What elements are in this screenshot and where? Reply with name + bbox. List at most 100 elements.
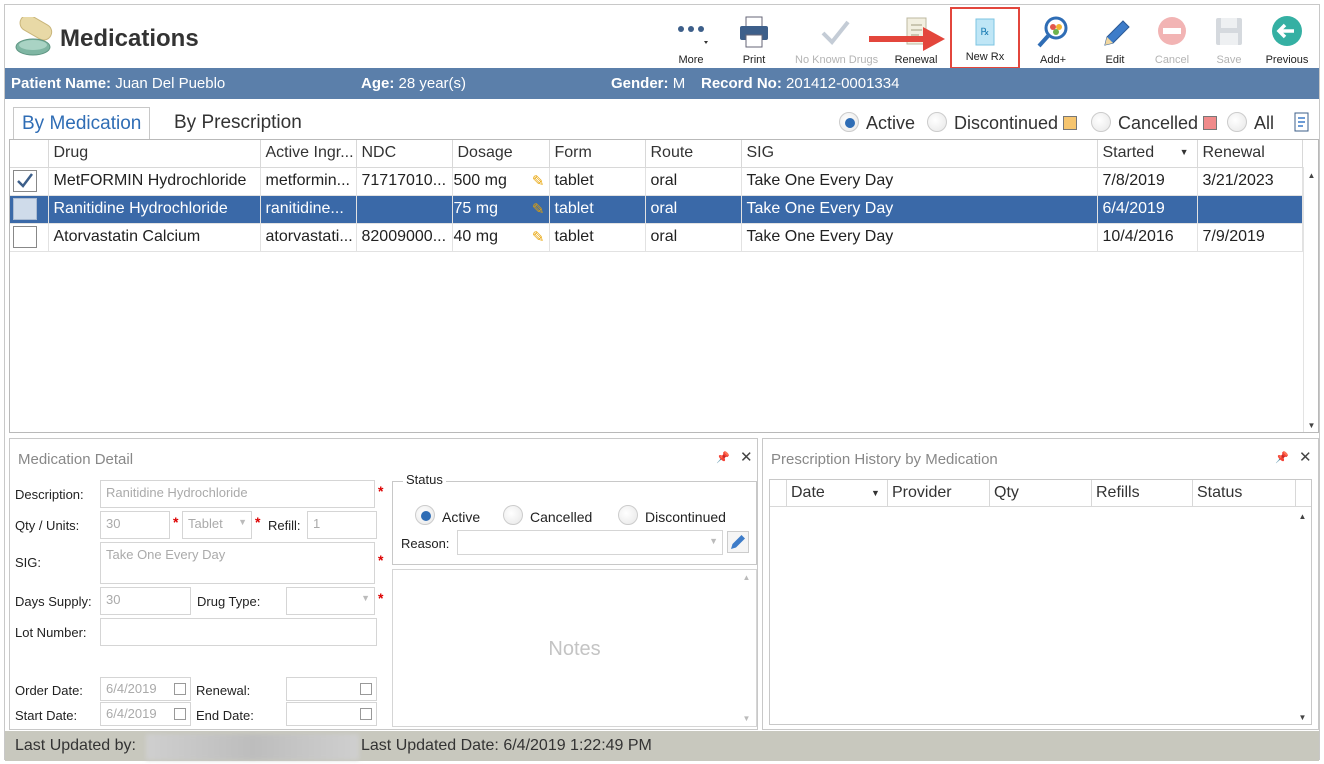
column-header-status[interactable]: Status: [1197, 484, 1242, 502]
scroll-down-icon[interactable]: ▼: [739, 714, 754, 723]
edit-reason-pencil-icon[interactable]: [727, 531, 749, 553]
previous-label: Previous: [1265, 54, 1309, 66]
renewal-date-picker[interactable]: [286, 677, 377, 701]
table-header-row: Drug Active Ingr... NDC Dosage Form Rout…: [10, 140, 1303, 168]
radio-icon: [503, 505, 523, 525]
tab-by-medication[interactable]: By Medication: [13, 107, 151, 140]
scroll-up-icon[interactable]: ▲: [739, 573, 754, 582]
calendar-icon[interactable]: [360, 708, 372, 720]
radio-icon: [927, 112, 947, 132]
export-document-icon[interactable]: [1293, 112, 1311, 134]
units-dropdown[interactable]: Tablet ▼: [182, 511, 252, 539]
tabs-row: By Medication By Prescription Active Dis…: [9, 104, 1319, 140]
qty-field[interactable]: 30: [100, 511, 170, 539]
patient-name-value: Juan Del Pueblo: [115, 75, 226, 92]
grid-scrollbar[interactable]: ▲ ▼: [1303, 167, 1318, 432]
column-header-qty[interactable]: Qty: [994, 484, 1019, 502]
refill-field[interactable]: 1: [307, 511, 377, 539]
reason-dropdown[interactable]: ▼: [457, 530, 723, 555]
column-header-drug[interactable]: Drug: [48, 140, 261, 168]
patient-gender-value: M: [672, 75, 686, 92]
prescription-history-title: Prescription History by Medication: [771, 451, 998, 468]
drug-type-dropdown[interactable]: ▼: [286, 587, 375, 615]
lot-number-field[interactable]: [100, 618, 377, 646]
days-supply-field[interactable]: 30: [100, 587, 191, 615]
patient-name-field: Patient Name: Juan Del Pueblo: [11, 75, 225, 92]
tab-by-prescription[interactable]: By Prescription: [166, 107, 310, 140]
units-value: Tablet: [188, 516, 223, 531]
medication-detail-title: Medication Detail: [18, 451, 134, 468]
table-row[interactable]: Atorvastatin Calcium atorvastati... 8200…: [10, 223, 1303, 252]
column-header-route[interactable]: Route: [645, 140, 742, 168]
status-active-radio[interactable]: Active: [415, 505, 480, 525]
filter-all-radio[interactable]: All: [1227, 112, 1274, 134]
edit-pencil-icon[interactable]: ✎: [532, 200, 545, 218]
cell-dosage: 500 mg ✎: [452, 167, 550, 196]
edit-pencil-icon[interactable]: ✎: [532, 228, 545, 246]
print-button[interactable]: Print: [724, 11, 784, 69]
filter-active-radio[interactable]: Active: [839, 112, 915, 134]
qty-units-label: Qty / Units:: [15, 518, 80, 533]
table-row[interactable]: MetFORMIN Hydrochloride metformin... 717…: [10, 167, 1303, 196]
patient-gender-label: Gender:: [611, 75, 669, 92]
calendar-icon[interactable]: [174, 708, 186, 720]
more-dots-icon: [678, 26, 708, 44]
checkmark-icon: [821, 20, 850, 45]
drug-type-label: Drug Type:: [197, 594, 261, 609]
filter-discontinued-radio[interactable]: Discontinued: [927, 112, 1078, 134]
pin-icon[interactable]: 📌: [1275, 451, 1289, 464]
svg-text:℞: ℞: [981, 27, 990, 38]
cell-route: oral: [645, 195, 742, 224]
sort-down-icon: ▼: [871, 488, 880, 498]
sig-field[interactable]: Take One Every Day: [100, 542, 375, 584]
cell-renewal: 7/9/2019: [1197, 223, 1303, 252]
cell-started: 10/4/2016: [1097, 223, 1198, 252]
scroll-down-icon[interactable]: ▼: [1295, 713, 1310, 722]
row-checkbox[interactable]: [13, 226, 37, 248]
dosage-value: 40 mg: [453, 228, 498, 245]
column-header-dosage[interactable]: Dosage: [452, 140, 550, 168]
end-date-picker[interactable]: [286, 702, 377, 726]
description-field[interactable]: Ranitidine Hydrochloride: [100, 480, 375, 508]
close-icon[interactable]: ✕: [740, 448, 753, 466]
add-plus-button[interactable]: Add+: [1023, 11, 1083, 69]
column-header-select[interactable]: [10, 140, 49, 168]
start-date-picker[interactable]: 6/4/2019: [100, 702, 191, 726]
new-rx-button[interactable]: ℞ New Rx: [950, 7, 1020, 69]
table-row-selected[interactable]: Ranitidine Hydrochloride ranitidine... 7…: [10, 195, 1303, 224]
column-header-renewal[interactable]: Renewal: [1197, 140, 1303, 168]
status-cancelled-radio[interactable]: Cancelled: [503, 505, 592, 525]
column-header-provider[interactable]: Provider: [892, 484, 952, 502]
more-button[interactable]: More: [661, 11, 721, 69]
previous-button[interactable]: Previous: [1257, 11, 1317, 69]
notes-textarea[interactable]: Notes ▲ ▼: [392, 569, 757, 727]
cell-renewal: [1197, 195, 1303, 224]
column-header-form[interactable]: Form: [549, 140, 646, 168]
radio-icon: [1091, 112, 1111, 132]
row-checkbox[interactable]: [13, 170, 37, 192]
radio-selected-icon: [839, 112, 859, 132]
column-header-refills[interactable]: Refills: [1096, 484, 1140, 502]
order-date-picker[interactable]: 6/4/2019: [100, 677, 191, 701]
calendar-icon[interactable]: [360, 683, 372, 695]
scroll-up-icon[interactable]: ▲: [1295, 512, 1310, 521]
column-header-ndc[interactable]: NDC: [356, 140, 453, 168]
no-known-drugs-button[interactable]: No Known Drugs: [795, 11, 878, 69]
required-asterisk: *: [378, 590, 384, 606]
column-header-date[interactable]: Date: [791, 484, 825, 502]
cell-ingredient: atorvastati...: [260, 223, 357, 252]
column-header-active-ingredient[interactable]: Active Ingr...: [260, 140, 357, 168]
column-header-sig[interactable]: SIG: [741, 140, 1098, 168]
scroll-down-icon[interactable]: ▼: [1304, 421, 1319, 430]
filter-cancelled-radio[interactable]: Cancelled: [1091, 112, 1218, 134]
edit-pencil-icon[interactable]: ✎: [532, 172, 545, 190]
status-discontinued-radio[interactable]: Discontinued: [618, 505, 726, 525]
row-checkbox[interactable]: [13, 198, 37, 220]
column-header-started[interactable]: Started ▼: [1097, 140, 1198, 168]
cell-drug: Ranitidine Hydrochloride: [48, 195, 261, 224]
pin-icon[interactable]: 📌: [716, 451, 730, 464]
medications-window: Medications More Print No Known Drugs Re…: [4, 4, 1320, 761]
scroll-up-icon[interactable]: ▲: [1304, 171, 1319, 180]
calendar-icon[interactable]: [174, 683, 186, 695]
close-icon[interactable]: ✕: [1299, 448, 1312, 466]
